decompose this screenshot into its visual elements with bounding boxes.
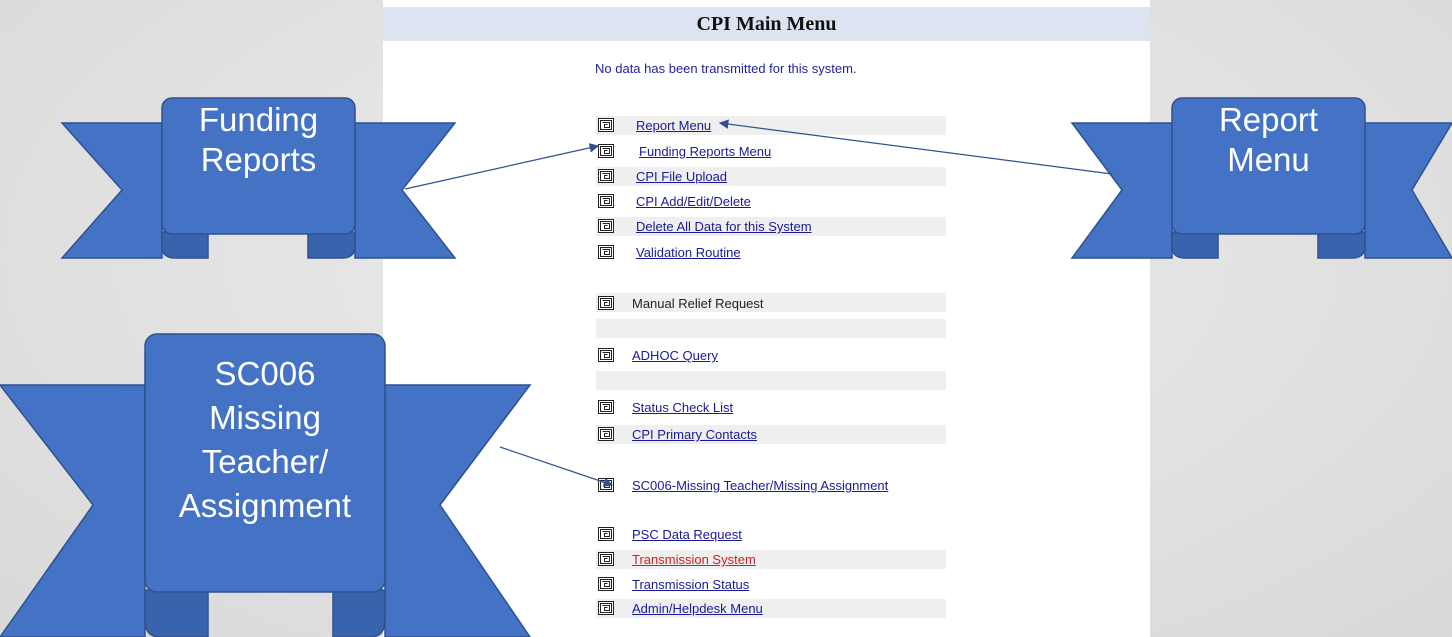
callout-line: SC006 xyxy=(214,355,316,392)
ribbon-fold xyxy=(1317,231,1366,259)
report-menu-callout-text: Report Menu xyxy=(1172,100,1365,180)
callout-overlay xyxy=(0,97,1452,637)
ribbon-fold xyxy=(144,589,209,637)
arrow-to-funding-reports xyxy=(404,143,600,190)
ribbon-fold xyxy=(1171,231,1219,259)
ribbon-left-tail xyxy=(0,384,146,637)
callout-line: Reports xyxy=(200,141,317,178)
ribbon-right-tail xyxy=(384,384,532,637)
ribbon-left-tail xyxy=(60,122,163,259)
sc006-callout-text: SC006 Missing Teacher/ Assignment xyxy=(145,352,385,528)
ribbon-fold xyxy=(161,231,209,259)
ribbon-right-tail xyxy=(1364,122,1452,259)
callout-line: Menu xyxy=(1227,141,1310,178)
ribbon-fold xyxy=(307,231,356,259)
funding-reports-callout-text: Funding Reports xyxy=(162,100,355,180)
ribbon-left-tail xyxy=(1070,122,1173,259)
ribbon-right-tail xyxy=(354,122,457,259)
arrow-to-report-menu xyxy=(718,119,1113,175)
callout-line: Report xyxy=(1218,101,1319,138)
callout-line: Funding xyxy=(198,101,319,138)
callout-line: Assignment xyxy=(178,487,352,524)
ribbon-fold xyxy=(332,589,386,637)
arrow-to-sc006 xyxy=(499,446,614,487)
callout-line: Teacher/ xyxy=(201,443,329,480)
callout-line: Missing xyxy=(209,399,321,436)
